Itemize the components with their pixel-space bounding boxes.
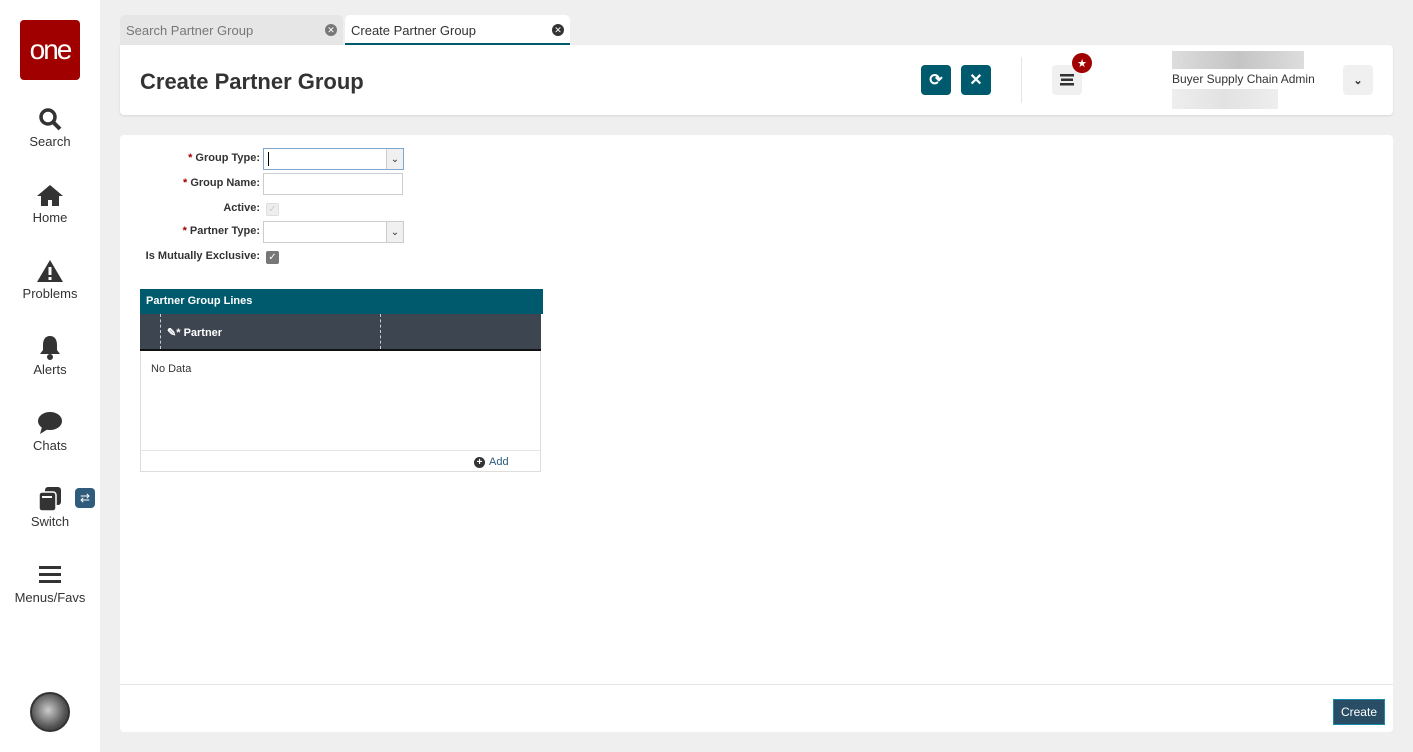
user-menu-chevron-icon[interactable]: ⌄ <box>1343 65 1373 95</box>
user-role: Buyer Supply Chain Admin <box>1172 72 1315 86</box>
footer-divider <box>120 684 1393 685</box>
chevron-down-icon[interactable]: ⌄ <box>386 222 403 242</box>
sidebar: one Search Home Problems Alerts Chats Sw… <box>0 0 100 752</box>
tab-create-partner-group[interactable]: Create Partner Group ✕ <box>345 15 570 45</box>
group-type-label: * Group Type: <box>188 152 260 164</box>
menu-icon <box>1060 74 1074 86</box>
tab-search-partner-group[interactable]: Search Partner Group ✕ <box>120 15 343 45</box>
grid-title: Partner Group Lines <box>140 289 543 314</box>
refresh-button[interactable]: ⟳ <box>921 65 951 95</box>
user-org-redacted <box>1172 89 1278 109</box>
divider <box>1021 57 1022 103</box>
close-icon: ✕ <box>969 72 983 89</box>
page-title: Create Partner Group <box>140 69 364 94</box>
group-type-select[interactable]: ⌄ <box>263 148 404 170</box>
bell-icon <box>0 334 100 360</box>
refresh-icon: ⟳ <box>929 72 943 89</box>
group-name-input[interactable] <box>263 173 403 195</box>
column-header-partner[interactable]: ✎* Partner <box>167 326 222 339</box>
grid-header: ✎* Partner <box>140 314 541 351</box>
create-button[interactable]: Create <box>1332 699 1385 725</box>
close-tab-icon[interactable]: ✕ <box>552 24 564 36</box>
search-icon <box>0 106 100 132</box>
group-name-label: * Group Name: <box>182 177 260 189</box>
no-data-text: No Data <box>151 363 192 375</box>
active-checkbox[interactable]: ✓ <box>266 203 279 216</box>
plus-circle-icon: + <box>474 456 485 468</box>
close-tab-icon[interactable]: ✕ <box>325 24 337 36</box>
close-button[interactable]: ✕ <box>961 65 991 95</box>
active-label: Active: <box>223 202 260 214</box>
star-icon: ★ <box>1072 53 1092 73</box>
sidebar-item-problems[interactable]: Problems <box>0 258 100 301</box>
app-logo[interactable]: one <box>20 20 80 80</box>
sidebar-item-alerts[interactable]: Alerts <box>0 334 100 377</box>
partner-type-select[interactable]: ⌄ <box>263 221 404 243</box>
add-line-button[interactable]: + Add <box>474 456 509 468</box>
sidebar-item-search[interactable]: Search <box>0 106 100 149</box>
mutually-exclusive-label: Is Mutually Exclusive: <box>145 250 260 262</box>
chevron-down-icon[interactable]: ⌄ <box>386 149 403 169</box>
edit-icon: ✎* <box>167 327 181 339</box>
create-form-panel: * Group Type: ⌄ * Group Name: Active: ✓ … <box>120 135 1393 732</box>
grid-body: No Data + Add <box>140 351 541 472</box>
user-avatar[interactable] <box>30 692 70 732</box>
menu-icon <box>0 562 100 588</box>
page-header: Create Partner Group ⟳ ✕ ★ Buyer Supply … <box>120 45 1393 115</box>
sidebar-item-menus-favs[interactable]: Menus/Favs <box>0 562 100 605</box>
chat-icon <box>0 410 100 436</box>
mutually-exclusive-checkbox[interactable]: ✓ <box>266 251 279 264</box>
partner-group-lines-grid: Partner Group Lines ✎* Partner No Data +… <box>140 289 543 472</box>
partner-type-label: * Partner Type: <box>182 225 260 237</box>
switch-arrows-icon[interactable]: ⇄ <box>75 488 95 508</box>
sidebar-item-chats[interactable]: Chats <box>0 410 100 453</box>
user-name-redacted <box>1172 51 1304 69</box>
